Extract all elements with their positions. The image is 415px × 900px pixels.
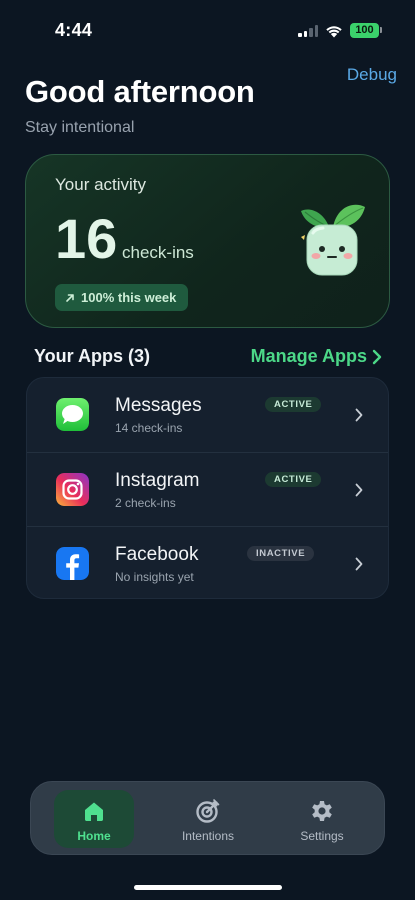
status-bar: 4:44 100 <box>0 0 415 62</box>
page-subtitle: Stay intentional <box>25 119 135 136</box>
tab-intentions[interactable]: Intentions <box>166 790 250 848</box>
plant-mascot-icon <box>301 204 365 276</box>
weekly-trend-label: 100% this week <box>81 290 177 305</box>
chevron-right-icon <box>355 557 363 571</box>
status-badge: INACTIVE <box>247 546 315 561</box>
app-row-messages[interactable]: Messages 14 check-ins ACTIVE <box>27 378 388 452</box>
activity-card: Your activity 16 check-ins 100% this wee… <box>25 154 390 328</box>
home-indicator <box>134 885 282 890</box>
tab-label: Home <box>77 829 111 843</box>
target-icon <box>196 799 220 823</box>
messages-app-icon <box>56 398 89 431</box>
wifi-icon <box>326 26 342 38</box>
apps-section-title: Your Apps (3) <box>34 346 150 366</box>
app-checkins: 14 check-ins <box>115 421 183 435</box>
status-badge: ACTIVE <box>265 397 322 412</box>
activity-title: Your activity <box>55 175 147 194</box>
chevron-right-icon <box>372 349 382 364</box>
app-checkins: 2 check-ins <box>115 496 176 510</box>
manage-apps-button[interactable]: Manage Apps <box>251 346 382 367</box>
activity-count: 16 <box>55 207 118 270</box>
app-row-facebook[interactable]: Facebook No insights yet INACTIVE <box>27 526 388 598</box>
app-row-instagram[interactable]: Instagram 2 check-ins ACTIVE <box>27 452 388 526</box>
tab-label: Intentions <box>181 829 235 843</box>
activity-unit: check-ins <box>122 243 194 262</box>
status-badge: ACTIVE <box>265 472 322 487</box>
tab-home[interactable]: Home <box>54 790 134 848</box>
apps-list: Messages 14 check-ins ACTIVE Instagram 2… <box>26 377 389 599</box>
page-title: Good afternoon <box>25 74 255 109</box>
weekly-trend-badge: 100% this week <box>55 284 189 311</box>
status-time: 4:44 <box>55 20 93 40</box>
chevron-right-icon <box>355 408 363 422</box>
app-name: Facebook <box>115 544 199 565</box>
facebook-app-icon <box>56 547 89 580</box>
chevron-right-icon <box>355 483 363 497</box>
debug-button[interactable]: Debug <box>347 65 397 85</box>
arrow-up-right-icon <box>66 293 74 302</box>
gear-icon <box>312 801 332 821</box>
home-icon <box>85 802 103 821</box>
manage-apps-label: Manage Apps <box>250 346 367 366</box>
instagram-app-icon <box>56 473 89 506</box>
tab-settings[interactable]: Settings <box>282 790 362 848</box>
tab-label: Settings <box>300 829 344 843</box>
app-name: Instagram <box>115 470 200 491</box>
battery-icon: 100 <box>350 23 379 38</box>
signal-icon <box>298 25 320 37</box>
battery-cap <box>380 27 382 33</box>
app-checkins: No insights yet <box>115 570 194 584</box>
app-name: Messages <box>115 395 202 416</box>
tab-bar: Home Intentions Settings <box>30 781 385 855</box>
